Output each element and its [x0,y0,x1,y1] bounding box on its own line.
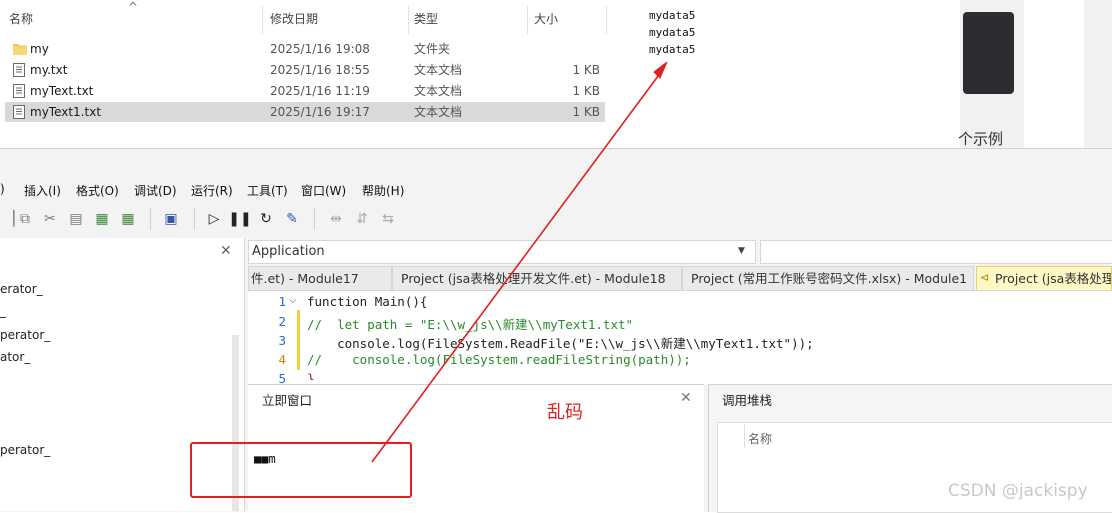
step-into-icon[interactable]: ⇹ [327,210,345,228]
file-type: 文本文档 [414,105,463,119]
object-dropdown-value: Application [252,244,325,259]
tab-module18[interactable]: Project (jsa表格处理开发文件.et) - Module18 [392,266,682,290]
file-date: 2025/1/16 18:55 [270,63,370,77]
file-row-my-txt[interactable]: my.txt 2025/1/16 18:55 文本文档 1 KB [5,60,605,80]
menu-window[interactable]: 窗口(W) [301,182,346,199]
menu-format[interactable]: 格式(O) [76,182,119,199]
step-out-icon[interactable]: ⇆ [379,210,397,228]
dark-panel [963,12,1014,94]
column-divider[interactable] [262,6,263,34]
column-header-name[interactable]: 名称 [748,430,772,447]
file-type: 文本文档 [414,63,463,77]
procedure-dropdown[interactable] [760,240,1112,264]
menu-help[interactable]: 帮助(H) [362,182,404,199]
file-size: 1 KB [572,84,600,98]
column-header-date[interactable]: 修改日期 [270,0,318,36]
column-header-name[interactable]: 名称 [9,0,33,36]
toolbar-divider [314,208,315,230]
toolbar-divider [150,208,151,230]
code-line[interactable]: // let path = "E:\\w_js\\新建\\myText1.txt… [307,314,633,333]
column-header-size[interactable]: 大小 [534,0,558,36]
annotation-label: 乱码 [547,402,583,423]
background-text: 个示例 [958,130,1004,148]
menu-partial[interactable]: ) [0,182,5,196]
file-size: 1 KB [572,105,600,119]
column-header-type[interactable]: 类型 [414,0,438,36]
line-number: 3 [278,333,286,348]
column-divider[interactable] [527,6,528,34]
background-card [1024,0,1084,148]
object-browser-icon[interactable]: ▣ [162,210,180,228]
fold-chevron-icon[interactable]: ⌵ [289,295,297,306]
menu-tools[interactable]: 工具(T) [247,182,288,199]
uncomment-block-icon[interactable]: ▦ [119,210,137,228]
immediate-window-title: 立即窗口 [262,393,313,408]
file-row-mytext1-txt[interactable]: myText1.txt 2025/1/16 19:17 文本文档 1 KB [5,102,605,122]
step-over-icon[interactable]: ⇵ [353,210,371,228]
run-icon[interactable]: ▷ [205,210,223,228]
file-name: my.txt [30,63,68,77]
paste-icon[interactable]: ▤ [67,210,85,228]
file-date: 2025/1/16 11:19 [270,84,370,98]
design-mode-icon[interactable]: ✎ [283,210,301,228]
text-file-icon [13,105,25,119]
menu-debug[interactable]: 调试(D) [134,182,177,199]
call-stack-title: 调用堆栈 [722,393,773,408]
content-line: mydata5 [649,26,696,39]
copy-icon[interactable]: ⧉ [16,210,34,228]
folder-icon [13,44,27,55]
file-row-mytext-txt[interactable]: myText.txt 2025/1/16 11:19 文本文档 1 KB [5,81,605,101]
sort-ascending-icon: ^ [128,0,139,14]
file-name: my [30,42,49,56]
comment-block-icon[interactable]: ▦ [93,210,111,228]
line-number: 1 [278,294,286,309]
file-name: myText1.txt [30,105,102,119]
line-number: 4 [278,352,286,367]
pause-icon[interactable]: ❚❚ [228,210,251,228]
toolbar-divider [194,208,195,230]
menu-run[interactable]: 运行(R) [191,182,233,199]
file-date: 2025/1/16 19:08 [270,42,370,56]
code-line[interactable]: function Main(){ [307,294,427,309]
tree-item[interactable]: perator_ [0,328,50,342]
close-icon[interactable]: ✕ [220,243,232,259]
reset-icon[interactable]: ↻ [257,210,275,228]
change-marker [297,310,300,370]
column-divider[interactable] [408,6,409,34]
column-divider[interactable] [744,424,745,448]
tree-item[interactable]: erator_ [0,282,43,296]
tab-active-module[interactable]: Project (jsa表格处理开 [976,266,1112,290]
file-size: 1 KB [572,63,600,77]
content-line: mydata5 [649,43,696,56]
file-explorer: 名称 ^ 修改日期 类型 大小 my 2025/1/16 19:08 文件夹 m… [0,0,640,148]
menu-insert[interactable]: 插入(I) [24,182,61,199]
file-type: 文本文档 [414,84,463,98]
tab-module1[interactable]: Project (常用工作账号密码文件.xlsx) - Module1 [682,266,974,290]
tab-module17[interactable]: 件.et) - Module17 [248,266,392,290]
line-number: 2 [278,314,286,329]
file-content-view: mydata5 mydata5 mydata5 [640,0,960,148]
tree-item[interactable]: ator_ [0,350,30,364]
content-line: mydata5 [649,9,696,22]
tree-item[interactable]: _ [0,304,6,318]
watermark: CSDN @jackispy [948,481,1088,501]
file-date: 2025/1/16 19:17 [270,105,370,119]
dropdown-arrow-icon[interactable]: ▼ [738,246,745,256]
highlight-box [190,442,412,498]
file-row-my[interactable]: my 2025/1/16 19:08 文件夹 [5,39,605,59]
file-name: myText.txt [30,84,94,98]
close-icon[interactable]: ✕ [680,390,692,406]
tree-item[interactable]: perator_ [0,443,50,457]
modified-marker-icon: ⊲ [980,271,990,284]
text-file-icon [13,84,25,98]
code-line[interactable]: // console.log(FileSystem.readFileString… [307,352,691,367]
code-line[interactable]: console.log(FileSystem.ReadFile("E:\\w_j… [307,333,814,352]
file-type: 文件夹 [414,42,451,56]
text-file-icon [13,63,25,77]
column-divider[interactable] [606,6,607,34]
cut-icon[interactable]: ✂ [41,210,59,228]
